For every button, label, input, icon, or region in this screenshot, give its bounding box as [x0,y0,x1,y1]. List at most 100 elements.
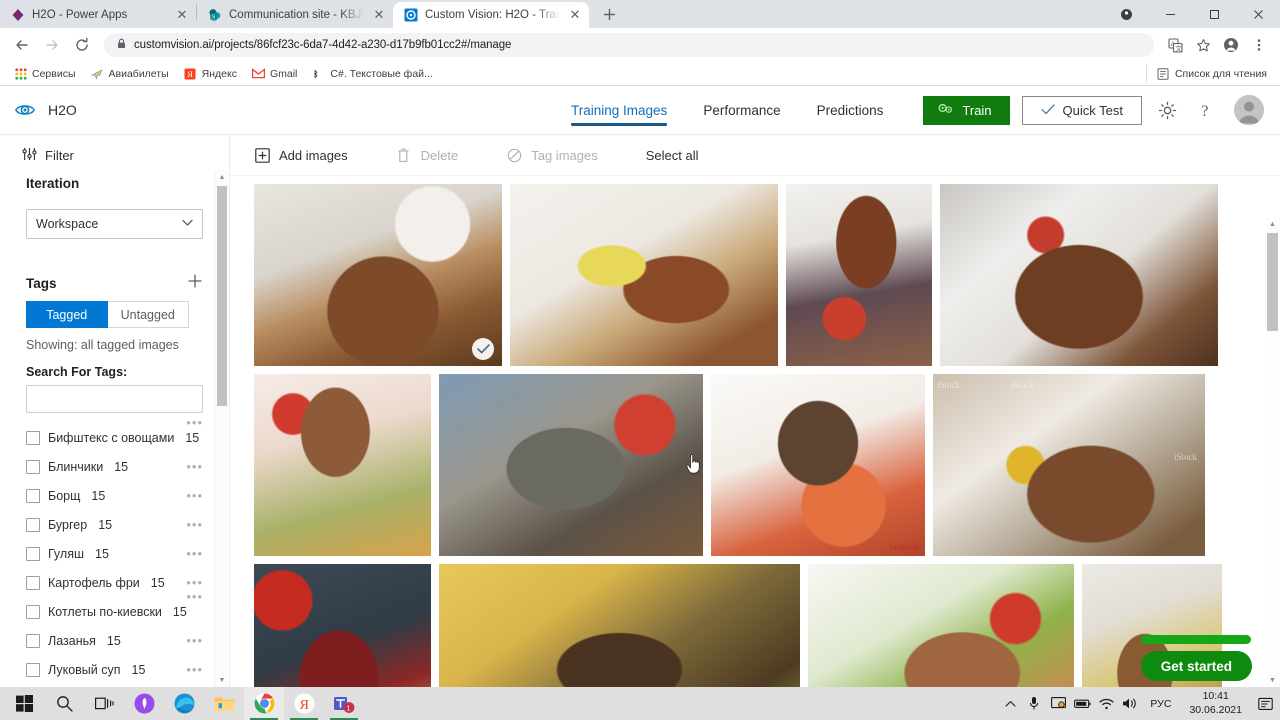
search-input[interactable] [26,385,203,413]
more-options-icon[interactable]: ••• [180,488,203,503]
select-all-button[interactable]: Select all [646,148,717,163]
main-scrollbar[interactable]: ▲ ▼ [1265,217,1280,687]
alice-assistant-button[interactable] [124,687,164,720]
star-icon[interactable] [1190,32,1216,58]
tag-list-item[interactable]: Лазанья 15 ••• [26,626,203,655]
maximize-button[interactable] [1192,0,1236,28]
scroll-down-arrow-icon[interactable]: ▼ [1269,673,1276,687]
bookmark-yandex[interactable]: Я Яндекс [178,65,243,82]
checkbox-icon[interactable] [26,604,40,619]
filter-button[interactable]: Filter [0,135,229,174]
image-card[interactable] [439,564,800,687]
reading-list-button[interactable]: Список для чтения [1145,65,1272,82]
checkbox-icon[interactable] [26,517,40,532]
close-icon[interactable]: ✕ [174,7,190,23]
image-card[interactable] [254,564,431,687]
main-scroll-thumb[interactable] [1267,233,1278,331]
tag-images-button[interactable]: Tag images [506,147,615,163]
sidebar-scroll-thumb[interactable] [217,186,227,406]
browser-tab-3[interactable]: Custom Vision: H2O - Training Im ✕ [393,2,589,28]
new-tab-button[interactable] [595,0,623,28]
tag-list-item[interactable]: Борщ 15 ••• [26,481,203,510]
tab-training-images[interactable]: Training Images [553,86,685,134]
clock[interactable]: 10:41 30.06.2021 [1179,690,1252,716]
scroll-up-arrow-icon[interactable]: ▲ [219,170,226,184]
file-explorer-button[interactable] [204,687,244,720]
image-selected-check-icon[interactable] [472,338,494,360]
display-icon[interactable] [1046,687,1070,720]
browser-tab-1[interactable]: H2O - Power Apps ✕ [0,2,196,28]
image-card[interactable] [510,184,778,366]
quick-test-button[interactable]: Quick Test [1021,95,1142,125]
app-brand[interactable]: H2O [14,99,77,121]
train-button[interactable]: Train [923,95,1010,125]
tag-list-item[interactable]: Бургер 15 ••• [26,510,203,539]
chrome-button[interactable] [244,687,284,720]
bookmark-csharp-textfiles[interactable]: ᛒ C#. Текстовые фай... [306,65,438,82]
scroll-down-arrow-icon[interactable]: ▼ [219,673,226,687]
close-window-button[interactable] [1236,0,1280,28]
more-options-icon[interactable]: ••• [180,546,203,561]
tab-performance[interactable]: Performance [685,86,798,134]
tag-list-item[interactable]: Гуляш 15 ••• [26,539,203,568]
checkbox-icon[interactable] [26,575,40,590]
bookmark-gmail[interactable]: Gmail [246,65,303,82]
image-card[interactable]: iStock iStock iStock [933,374,1205,556]
checkbox-icon[interactable] [26,430,40,445]
more-options-icon[interactable]: ••• [180,633,203,648]
checkbox-icon[interactable] [26,546,40,561]
image-card[interactable] [254,184,502,366]
teams-button[interactable]: 1 [324,687,364,720]
more-options-icon[interactable]: ••• [180,589,203,604]
start-button[interactable] [4,687,44,720]
wifi-icon[interactable] [1094,687,1118,720]
chrome-menu-button[interactable] [1246,32,1272,58]
volume-icon[interactable] [1118,687,1142,720]
image-card[interactable] [786,184,932,366]
minimize-button[interactable] [1148,0,1192,28]
delete-button[interactable]: Delete [396,147,477,163]
task-view-button[interactable] [84,687,124,720]
sidebar-scrollbar[interactable]: ▲ ▼ [214,170,229,687]
scroll-up-arrow-icon[interactable]: ▲ [1269,217,1276,231]
language-indicator[interactable]: РУС [1142,698,1179,710]
tag-list-item[interactable]: Блинчики 15 ••• [26,452,203,481]
close-icon[interactable]: ✕ [567,7,583,23]
pivot-tagged[interactable]: Tagged [26,301,108,328]
more-options-icon[interactable]: ••• [180,575,203,590]
avatar[interactable] [1234,95,1264,125]
tag-list-item[interactable]: Картофель фри 15 ••• [26,568,203,597]
notification-icon[interactable] [1252,687,1278,720]
question-mark-icon[interactable]: ? [1192,97,1218,123]
more-options-icon[interactable]: ••• [180,517,203,532]
tag-list-item[interactable]: Луковый суп 15 ••• [26,655,203,684]
image-card[interactable] [254,374,431,556]
gear-icon[interactable] [1154,97,1180,123]
image-card[interactable] [940,184,1218,366]
checkbox-icon[interactable] [26,459,40,474]
tab-predictions[interactable]: Predictions [799,86,902,134]
get-started-button[interactable]: Get started [1140,651,1252,681]
profile-icon[interactable] [1218,32,1244,58]
sidebar-scroll-track[interactable] [215,184,229,673]
search-button[interactable] [44,687,84,720]
tag-list-item[interactable]: Бифштекс с овощами 15 ••• [26,415,203,452]
iteration-select[interactable]: Workspace [26,209,203,239]
location-pin-icon[interactable] [1104,0,1148,28]
translate-icon[interactable]: А文 [1162,32,1188,58]
browser-tab-2[interactable]: S Communication site - KBJU - Все ✕ [197,2,393,28]
more-options-icon[interactable]: ••• [180,415,203,430]
battery-icon[interactable] [1070,687,1094,720]
checkbox-icon[interactable] [26,662,40,677]
bookmark-services[interactable]: Сервисы [8,65,82,82]
close-icon[interactable]: ✕ [371,7,387,23]
checkbox-icon[interactable] [26,633,40,648]
address-bar[interactable]: customvision.ai/projects/86fcf23c-6da7-4… [104,33,1154,57]
more-options-icon[interactable]: ••• [180,662,203,677]
pivot-untagged[interactable]: Untagged [107,301,189,328]
checkbox-icon[interactable] [26,488,40,503]
image-card[interactable] [808,564,1074,687]
chevron-up-icon[interactable] [998,687,1022,720]
yandex-browser-button[interactable]: Я [284,687,324,720]
bookmark-flights[interactable]: Авиабилеты [85,65,175,82]
